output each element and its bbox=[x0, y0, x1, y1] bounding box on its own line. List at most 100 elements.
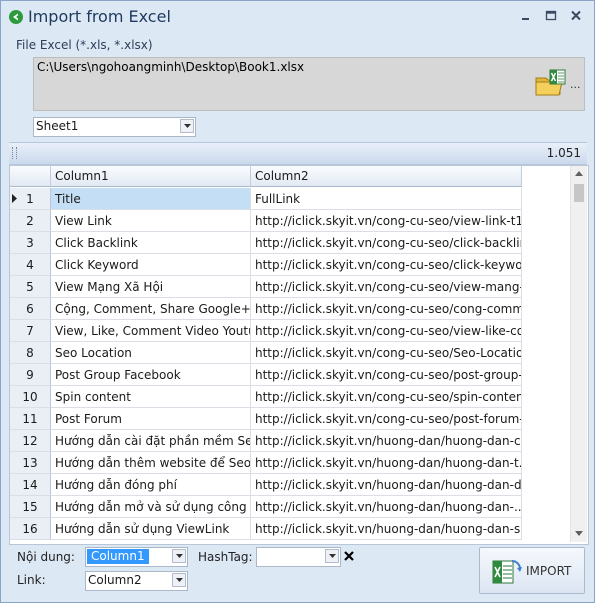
row-number[interactable]: 4 bbox=[10, 254, 51, 276]
table-row[interactable]: 7 View, Like, Comment Video Youtu... htt… bbox=[10, 320, 522, 342]
close-icon[interactable] bbox=[569, 10, 583, 22]
group-panel: 1.051 bbox=[9, 142, 587, 165]
cell-column2[interactable]: http://iclick.skyit.vn/cong-cu-seo/click… bbox=[251, 232, 522, 254]
content-select[interactable]: Column1 bbox=[85, 547, 188, 567]
column-header-1[interactable]: Column1 bbox=[51, 166, 251, 187]
table-row[interactable]: 11 Post Forum http://iclick.skyit.vn/con… bbox=[10, 408, 522, 430]
row-number[interactable]: 10 bbox=[10, 386, 51, 408]
record-count: 1.051 bbox=[546, 146, 581, 160]
link-label: Link: bbox=[17, 573, 46, 587]
hashtag-label: HashTag: bbox=[198, 550, 253, 564]
cell-column2[interactable]: http://iclick.skyit.vn/cong-cu-seo/post-… bbox=[251, 364, 522, 386]
row-number[interactable]: 12 bbox=[10, 430, 51, 452]
row-header-corner bbox=[10, 166, 51, 187]
cell-column1[interactable]: Hướng dẫn đóng phí bbox=[51, 474, 251, 496]
cell-column2[interactable]: http://iclick.skyit.vn/huong-dan/huong-d… bbox=[251, 496, 522, 518]
chevron-down-icon[interactable] bbox=[325, 549, 339, 563]
row-number[interactable]: 8 bbox=[10, 342, 51, 364]
import-button-label: IMPORT bbox=[526, 564, 572, 578]
column-header-2[interactable]: Column2 bbox=[251, 166, 522, 187]
cell-column2[interactable]: http://iclick.skyit.vn/cong-cu-seo/Seo-L… bbox=[251, 342, 522, 364]
minimize-icon[interactable] bbox=[519, 10, 533, 22]
cell-column1[interactable]: Hướng dẫn cài đặt phần mềm Se... bbox=[51, 430, 251, 452]
row-number[interactable]: 3 bbox=[10, 232, 51, 254]
table-row[interactable]: 8 Seo Location http://iclick.skyit.vn/co… bbox=[10, 342, 522, 364]
cell-column1[interactable]: Title bbox=[51, 188, 251, 210]
cell-column1[interactable]: Post Forum bbox=[51, 408, 251, 430]
row-pointer-icon bbox=[12, 194, 17, 203]
table-row[interactable]: 9 Post Group Facebook http://iclick.skyi… bbox=[10, 364, 522, 386]
cell-column2[interactable]: http://iclick.skyit.vn/huong-dan/huong-d… bbox=[251, 452, 522, 474]
cell-column2[interactable]: http://iclick.skyit.vn/cong-cu-seo/view-… bbox=[251, 320, 522, 342]
maximize-icon[interactable] bbox=[544, 10, 558, 22]
file-excel-label: File Excel (*.xls, *.xlsx) bbox=[16, 38, 153, 52]
excel-folder-icon[interactable] bbox=[534, 68, 568, 98]
table-row[interactable]: 5 View Mạng Xã Hội http://iclick.skyit.v… bbox=[10, 276, 522, 298]
cell-column1[interactable]: Cộng, Comment, Share Google+ bbox=[51, 298, 251, 320]
row-number[interactable]: 1 bbox=[10, 188, 51, 210]
table-row[interactable]: 3 Click Backlink http://iclick.skyit.vn/… bbox=[10, 232, 522, 254]
cell-column1[interactable]: Post Group Facebook bbox=[51, 364, 251, 386]
row-number[interactable]: 7 bbox=[10, 320, 51, 342]
cell-column2[interactable]: http://iclick.skyit.vn/cong-cu-seo/click… bbox=[251, 254, 522, 276]
sheet-select[interactable]: Sheet1 bbox=[33, 117, 196, 137]
scrollbar-thumb[interactable] bbox=[574, 184, 584, 202]
clear-icon[interactable] bbox=[343, 550, 355, 562]
cell-column1[interactable]: Hướng dẫn thêm website để Seo bbox=[51, 452, 251, 474]
cell-column1[interactable]: Spin content bbox=[51, 386, 251, 408]
cell-column2[interactable]: http://iclick.skyit.vn/cong-cu-seo/cong-… bbox=[251, 298, 522, 320]
row-number[interactable]: 5 bbox=[10, 276, 51, 298]
row-number[interactable]: 2 bbox=[10, 210, 51, 232]
table-row[interactable]: 2 View Link http://iclick.skyit.vn/cong-… bbox=[10, 210, 522, 232]
excel-import-icon bbox=[492, 557, 522, 588]
cell-column1[interactable]: Seo Location bbox=[51, 342, 251, 364]
file-path-box[interactable]: C:\Users\ngohoangminh\Desktop\Book1.xlsx… bbox=[33, 57, 585, 111]
cell-column2[interactable]: http://iclick.skyit.vn/cong-cu-seo/view-… bbox=[251, 276, 522, 298]
vertical-scrollbar[interactable] bbox=[570, 166, 587, 542]
import-dialog: Import from Excel File Excel (*.xls, *.x… bbox=[0, 0, 595, 603]
cell-column2[interactable]: http://iclick.skyit.vn/huong-dan/huong-d… bbox=[251, 430, 522, 452]
content-select-value: Column1 bbox=[87, 549, 149, 564]
row-number[interactable]: 6 bbox=[10, 298, 51, 320]
cell-column2[interactable]: FullLink bbox=[251, 188, 522, 210]
window-title: Import from Excel bbox=[28, 7, 171, 26]
chevron-down-icon[interactable] bbox=[172, 573, 186, 587]
scroll-up-icon[interactable] bbox=[575, 171, 583, 176]
cell-column1[interactable]: Click Backlink bbox=[51, 232, 251, 254]
table-row[interactable]: 1 Title FullLink bbox=[10, 188, 522, 210]
cell-column2[interactable]: http://iclick.skyit.vn/huong-dan/huong-d… bbox=[251, 518, 522, 540]
cell-column1[interactable]: View Mạng Xã Hội bbox=[51, 276, 251, 298]
table-row[interactable]: 12 Hướng dẫn cài đặt phần mềm Se... http… bbox=[10, 430, 522, 452]
import-button[interactable]: IMPORT bbox=[479, 547, 585, 594]
table-row[interactable]: 6 Cộng, Comment, Share Google+ http://ic… bbox=[10, 298, 522, 320]
row-number[interactable]: 11 bbox=[10, 408, 51, 430]
cell-column2[interactable]: http://iclick.skyit.vn/cong-cu-seo/post-… bbox=[251, 408, 522, 430]
cell-column1[interactable]: View Link bbox=[51, 210, 251, 232]
row-number[interactable]: 16 bbox=[10, 518, 51, 540]
data-grid[interactable]: Column1 Column2 1 Title FullLink 2 View … bbox=[9, 165, 589, 545]
chevron-down-icon[interactable] bbox=[180, 119, 194, 133]
table-row[interactable]: 4 Click Keyword http://iclick.skyit.vn/c… bbox=[10, 254, 522, 276]
cell-column2[interactable]: http://iclick.skyit.vn/cong-cu-seo/spin-… bbox=[251, 386, 522, 408]
cell-column1[interactable]: Hướng dẫn mở và sử dụng công ... bbox=[51, 496, 251, 518]
row-number[interactable]: 9 bbox=[10, 364, 51, 386]
table-row[interactable]: 16 Hướng dẫn sử dụng ViewLink http://icl… bbox=[10, 518, 522, 540]
cell-column2[interactable]: http://iclick.skyit.vn/huong-dan/huong-d… bbox=[251, 474, 522, 496]
table-row[interactable]: 10 Spin content http://iclick.skyit.vn/c… bbox=[10, 386, 522, 408]
cell-column2[interactable]: http://iclick.skyit.vn/cong-cu-seo/view-… bbox=[251, 210, 522, 232]
row-number[interactable]: 15 bbox=[10, 496, 51, 518]
link-select[interactable]: Column2 bbox=[85, 571, 188, 591]
row-number[interactable]: 13 bbox=[10, 452, 51, 474]
grip-icon[interactable] bbox=[12, 147, 17, 159]
more-button[interactable]: ... bbox=[570, 78, 581, 91]
hashtag-select[interactable] bbox=[256, 547, 341, 567]
scroll-down-icon[interactable] bbox=[575, 531, 583, 536]
table-row[interactable]: 15 Hướng dẫn mở và sử dụng công ... http… bbox=[10, 496, 522, 518]
cell-column1[interactable]: Click Keyword bbox=[51, 254, 251, 276]
cell-column1[interactable]: View, Like, Comment Video Youtu... bbox=[51, 320, 251, 342]
table-row[interactable]: 13 Hướng dẫn thêm website để Seo http://… bbox=[10, 452, 522, 474]
cell-column1[interactable]: Hướng dẫn sử dụng ViewLink bbox=[51, 518, 251, 540]
table-row[interactable]: 14 Hướng dẫn đóng phí http://iclick.skyi… bbox=[10, 474, 522, 496]
chevron-down-icon[interactable] bbox=[172, 549, 186, 563]
row-number[interactable]: 14 bbox=[10, 474, 51, 496]
